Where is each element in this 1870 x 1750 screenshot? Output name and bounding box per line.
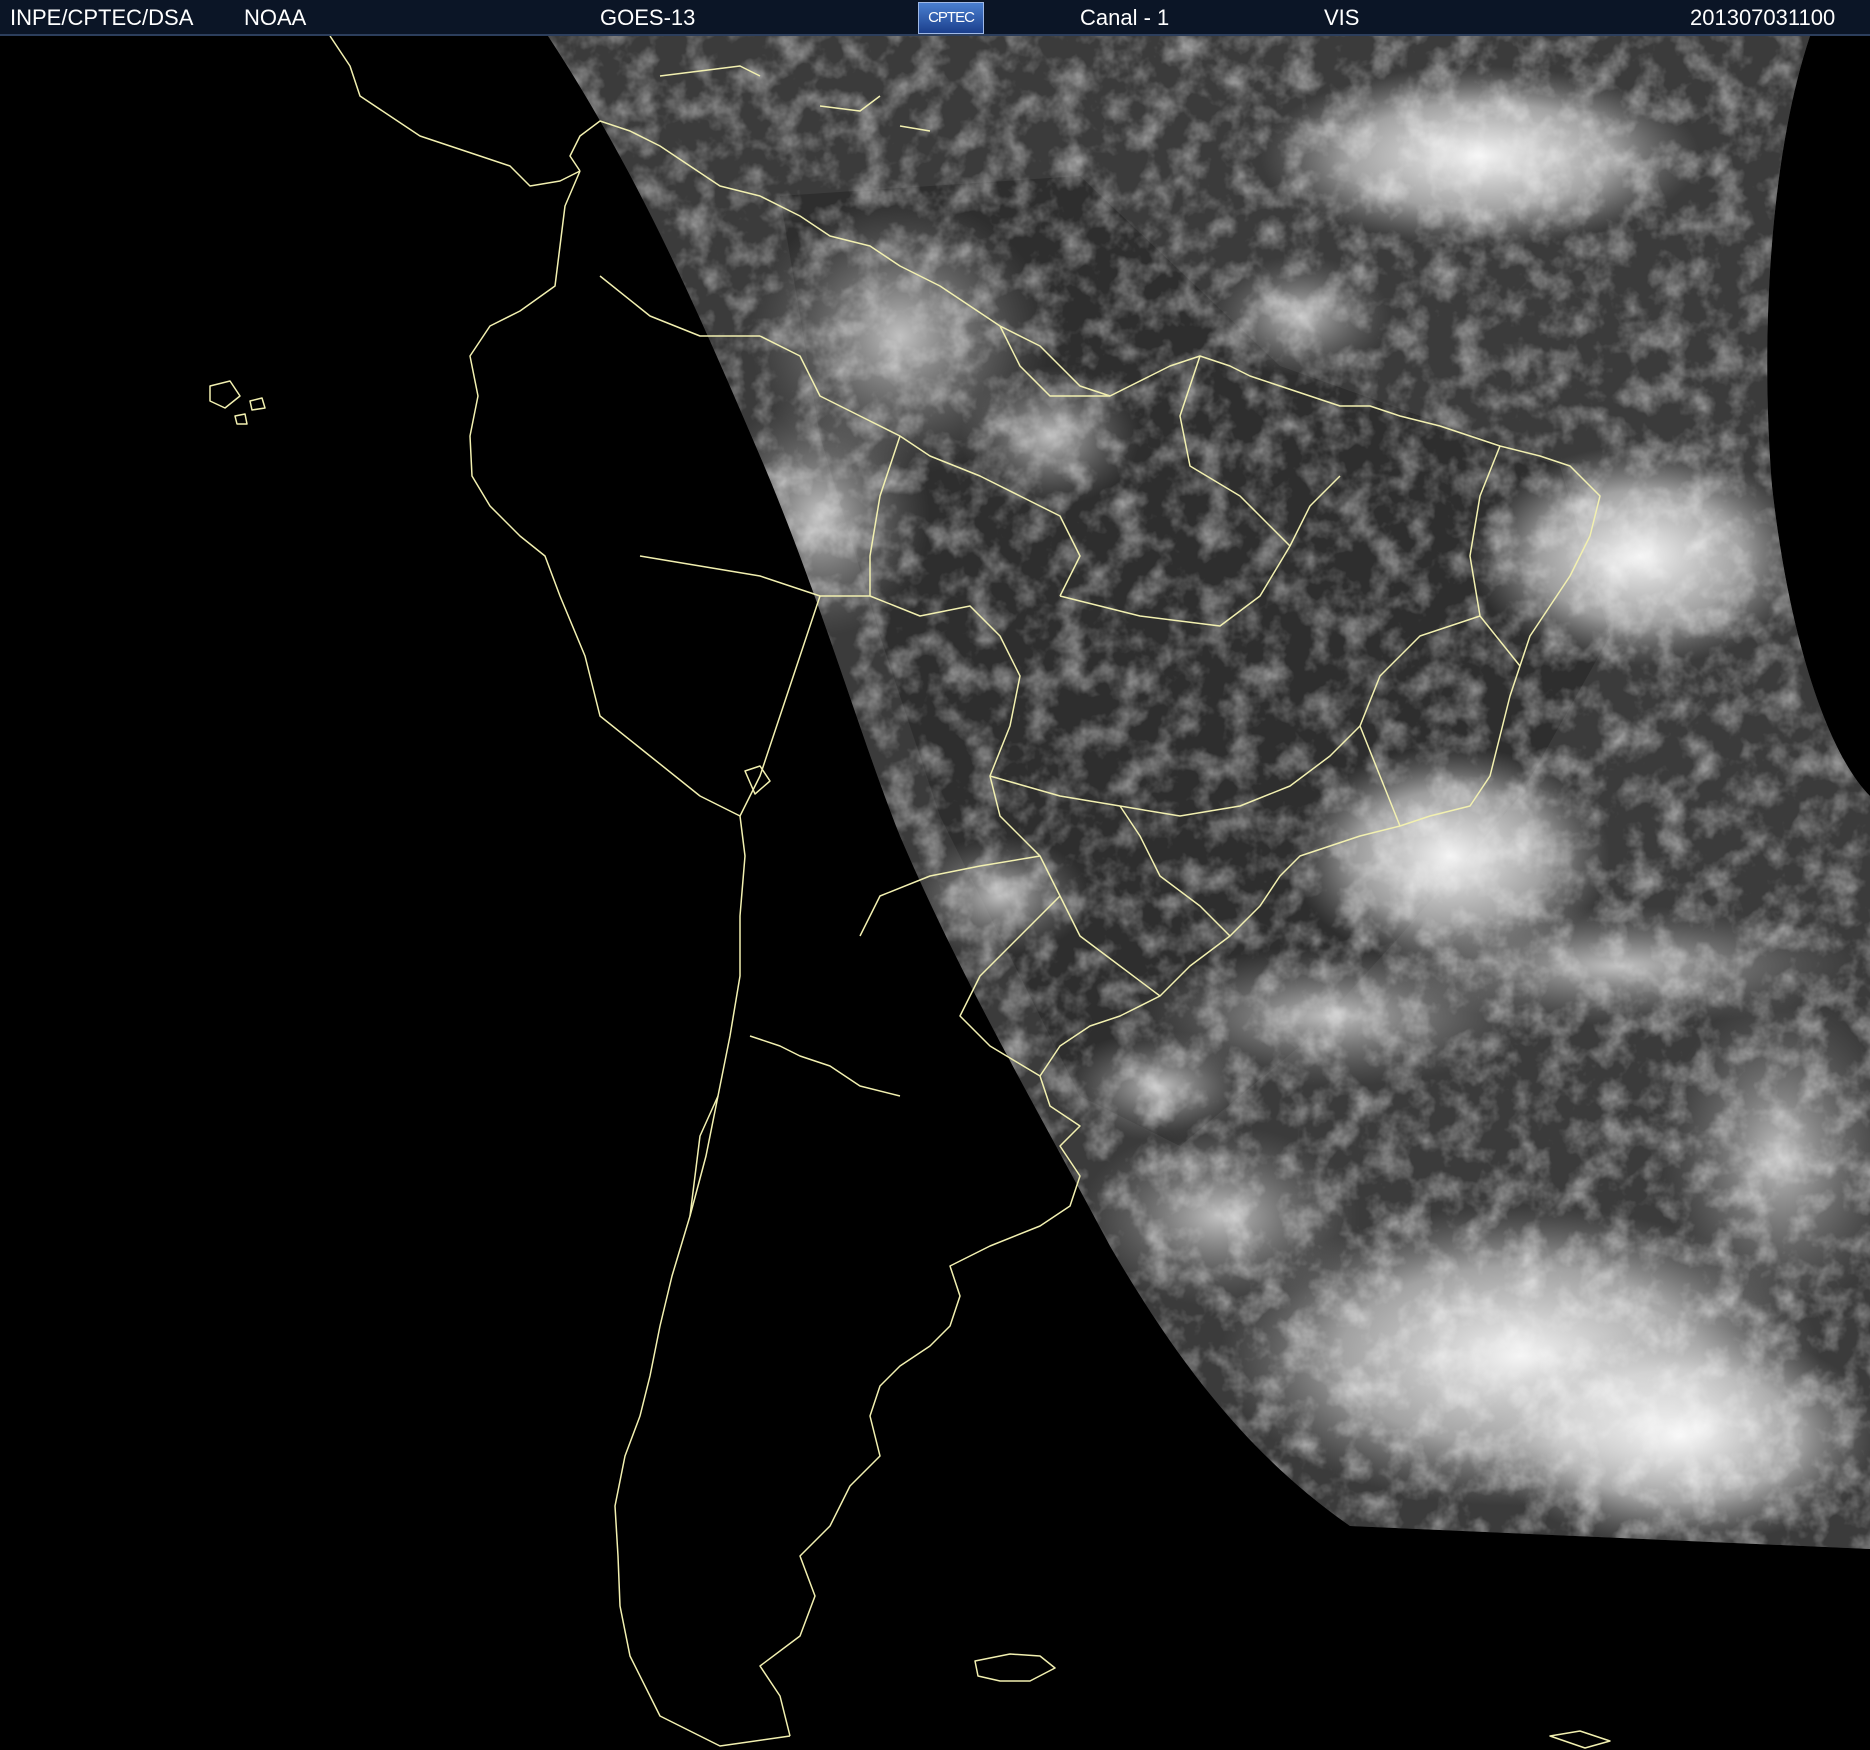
source-label: INPE/CPTEC/DSA: [10, 5, 194, 30]
timestamp-label: 201307031100: [1690, 5, 1836, 30]
daylight-disk: [548, 36, 1870, 1549]
satellite-image: [209, 36, 1870, 1749]
channel-label: Canal - 1: [1080, 5, 1170, 30]
logo-text: CPTEC: [928, 9, 975, 26]
cptec-logo: CPTEC: [918, 2, 984, 34]
satellite-label: GOES-13: [600, 5, 696, 30]
band-label: VIS: [1324, 5, 1360, 30]
satellite-image-viewport: [0, 36, 1870, 1750]
agency-label: NOAA: [244, 5, 307, 30]
image-header-bar: INPE/CPTEC/DSA NOAA GOES-13 CPTEC Canal …: [0, 0, 1870, 36]
